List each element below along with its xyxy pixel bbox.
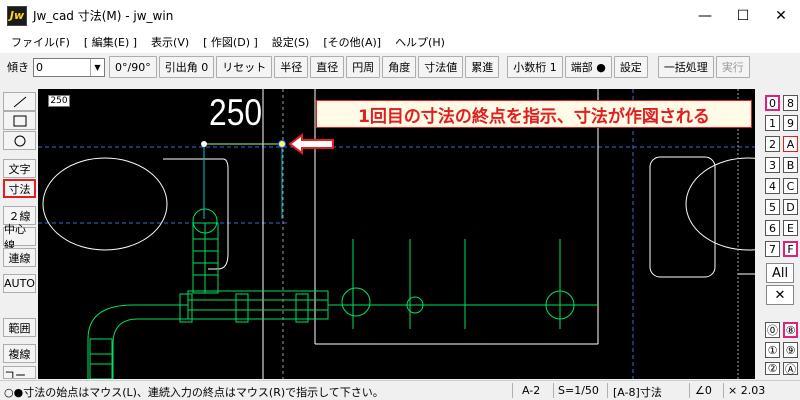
layer-group-palette: ⓪ ⑧ ① ⑨ ② Ⓐ	[762, 320, 800, 380]
toilet-bowl-outline	[42, 157, 168, 251]
toilet-bowl-outline	[685, 157, 755, 251]
dimension-value-button[interactable]: 寸法値	[418, 56, 464, 78]
menu-settings[interactable]: 設定(S)	[265, 34, 317, 50]
layer-f-button[interactable]: F	[783, 241, 798, 257]
center-line-tool-button[interactable]: 中心線	[3, 223, 36, 252]
close-button[interactable]: ✕	[762, 0, 800, 31]
layer-group-8-button[interactable]: ⑧	[783, 322, 798, 338]
layer-group-1-button[interactable]: ①	[765, 342, 780, 358]
jwcad-app-icon[interactable]: Jw	[7, 5, 27, 26]
cad-drawing	[38, 89, 755, 379]
rectangle-tool-button[interactable]	[3, 111, 36, 130]
dimension-value-text: 250	[209, 92, 263, 133]
menu-bar: ファイル(F) [ 編集(E) ] 表示(V) [ 作図(D) ] 設定(S) …	[0, 31, 800, 53]
layer-6-button[interactable]: 6	[765, 220, 780, 236]
angle-toggle-button[interactable]: 0°/90°	[109, 56, 157, 78]
continuous-line-tool-button[interactable]: 連線	[3, 248, 36, 267]
layer-e-button[interactable]: E	[783, 220, 798, 236]
layer-c-button[interactable]: C	[783, 178, 798, 194]
settings-button[interactable]: 設定	[613, 56, 648, 78]
status-message: ○●寸法の始点はマウス(L)、連続入力の終点はマウス(R)で指示して下さい。	[4, 386, 384, 399]
layer-1-button[interactable]: 1	[765, 115, 780, 131]
window-title: Jw_cad 寸法(M) - jw_win	[33, 9, 174, 23]
layer-b-button[interactable]: B	[783, 157, 798, 173]
menu-edit[interactable]: [ 編集(E) ]	[77, 34, 144, 50]
instruction-annotation: 1回目の寸法の終点を指示、寸法が作図される	[316, 100, 752, 128]
tilt-combobox[interactable]: 0 ▼	[33, 57, 105, 77]
diameter-button[interactable]: 直径	[310, 56, 345, 78]
arrow-left-icon	[288, 133, 334, 155]
toilet-tank-outline	[649, 156, 716, 278]
layer-7-button[interactable]: 7	[765, 241, 780, 257]
batch-process-button[interactable]: 一括処理	[657, 56, 714, 78]
layer-8-button[interactable]: 8	[783, 95, 798, 111]
chevron-down-icon[interactable]: ▼	[90, 58, 104, 76]
clear-layers-button[interactable]: ✕	[766, 285, 794, 305]
decimal-places-button[interactable]: 小数桁 1	[507, 56, 563, 78]
layer-group-2-button[interactable]: ②	[765, 362, 780, 375]
radius-button[interactable]: 半径	[274, 56, 309, 78]
circle-tool-button[interactable]	[3, 131, 36, 150]
menu-view[interactable]: 表示(V)	[144, 34, 196, 50]
left-tool-palette: 文字 寸法 ２線 中心線 連線 AUTO 範囲 複線 コーナー	[3, 89, 36, 379]
dimension-tool-button[interactable]: 寸法	[3, 179, 36, 198]
current-layer[interactable]: [A-8]寸法	[613, 384, 662, 400]
circle-tool-icon	[14, 135, 25, 146]
all-layers-button[interactable]: All	[766, 263, 794, 283]
layer-2-button[interactable]: 2	[765, 136, 780, 152]
leader-angle-button[interactable]: 引出角 0	[158, 56, 215, 78]
line-tool-icon	[13, 96, 26, 107]
execute-button[interactable]: 実行	[715, 56, 750, 78]
angle-display[interactable]: ∠0	[695, 384, 712, 397]
layer-0-button[interactable]: 0	[765, 95, 780, 111]
dimension-lines	[203, 141, 283, 219]
end-mark-button[interactable]: 端部 ●	[564, 56, 612, 78]
window-controls: — ☐ ✕	[686, 0, 800, 31]
status-bar: ○●寸法の始点はマウス(L)、連続入力の終点はマウス(R)で指示して下さい。 A…	[0, 380, 800, 400]
layer-group-a-button[interactable]: Ⓐ	[783, 362, 798, 376]
zoom-display[interactable]: × 2.03	[728, 384, 765, 397]
tilt-value: 0	[36, 60, 43, 74]
corner-tool-button[interactable]: コーナー	[3, 366, 36, 379]
paper-size[interactable]: A-2	[522, 384, 540, 397]
piping-drawing	[87, 208, 598, 379]
scale-display[interactable]: S=1/50	[558, 384, 599, 397]
layer-5-button[interactable]: 5	[765, 199, 780, 215]
dimension-start-point	[201, 141, 207, 147]
angle-dimension-button[interactable]: 角度	[382, 56, 417, 78]
range-tool-button[interactable]: 範囲	[3, 318, 36, 337]
layer-9-button[interactable]: 9	[783, 115, 798, 131]
tilt-label: 傾き	[7, 61, 29, 74]
line-tool-button[interactable]	[3, 92, 36, 111]
layer-group-9-button[interactable]: ⑨	[783, 342, 798, 358]
title-bar: Jw Jw_cad 寸法(M) - jw_win — ☐ ✕	[0, 0, 800, 31]
dimension-end-point	[278, 140, 286, 148]
layer-a-button[interactable]: A	[783, 136, 798, 152]
minimize-button[interactable]: —	[686, 0, 724, 31]
text-tool-button[interactable]: 文字	[3, 159, 36, 178]
reset-button[interactable]: リセット	[216, 56, 273, 78]
menu-file[interactable]: ファイル(F)	[4, 34, 77, 50]
layer-3-button[interactable]: 3	[765, 157, 780, 173]
auto-tool-button[interactable]: AUTO	[3, 274, 36, 293]
menu-help[interactable]: ヘルプ(H)	[388, 34, 452, 50]
copy-line-tool-button[interactable]: 複線	[3, 344, 36, 363]
cumulative-button[interactable]: 累進	[465, 56, 500, 78]
layer-group-0-button[interactable]: ⓪	[765, 322, 780, 338]
circumference-button[interactable]: 円周	[346, 56, 381, 78]
drawing-canvas[interactable]	[38, 89, 755, 379]
layer-d-button[interactable]: D	[783, 199, 798, 215]
menu-draw[interactable]: [ 作図(D) ]	[196, 34, 265, 50]
dimension-toolbar: 傾き 0 ▼ 0°/90° 引出角 0 リセット 半径 直径 円周 角度 寸法値…	[0, 53, 800, 81]
rectangle-tool-icon	[13, 115, 26, 126]
menu-other[interactable]: [その他(A)]	[316, 34, 388, 50]
scale-tag: 250	[48, 95, 70, 107]
layer-4-button[interactable]: 4	[765, 178, 780, 194]
maximize-button[interactable]: ☐	[724, 0, 762, 31]
